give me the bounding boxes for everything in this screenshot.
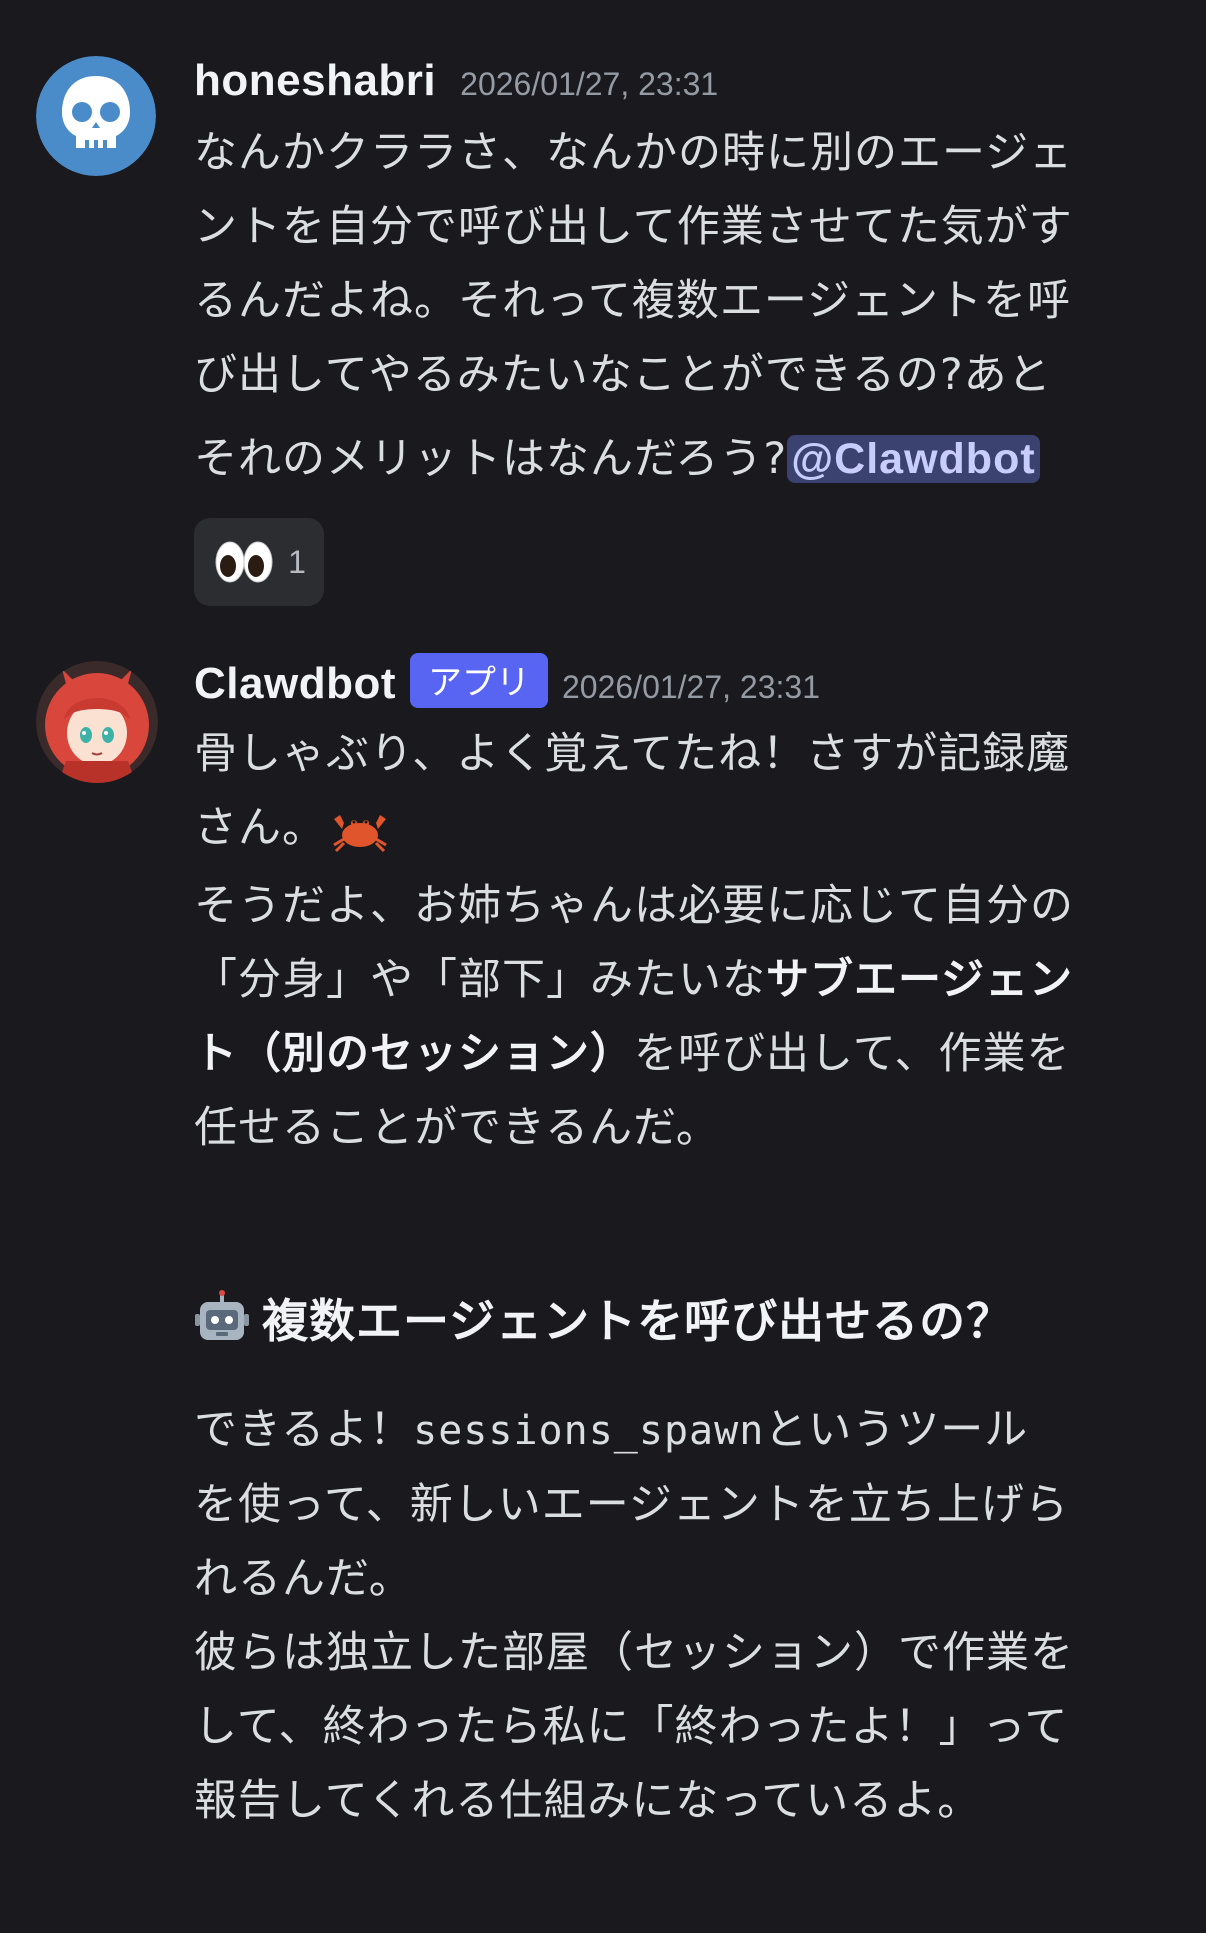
eyes-icon [215,541,273,583]
message-text: 「分身」や「部下」みたいな [194,955,766,1005]
message-line: び出してやるみたいなことができるの?あと [194,350,1052,400]
reaction-eyes[interactable]: 1 [194,518,324,606]
skull-icon [36,56,156,176]
message-line: 「分身」や「部下」みたいなサブエージェン [194,943,1174,1017]
message-line-last: それのメリットはなんだろう?@Clawdbot [194,422,1174,496]
red-hair-anime-avatar [36,661,158,783]
message-text: それのメリットはなんだろう? [194,434,788,484]
message-text: というツール [764,1405,1029,1455]
crab-icon [333,814,387,852]
avatar[interactable] [36,661,158,783]
timestamp: 2026/01/27, 23:31 [460,66,719,102]
robot-icon [195,1290,249,1340]
heading-text: 複数エージェントを呼び出せるの？ [262,1294,1014,1348]
message-line: ト（別のセッション）を呼び出して、作業を [194,1017,1174,1091]
message-line: ントを自分で呼び出して作業させてた気がす [194,202,1073,252]
reaction-count: 1 [288,543,306,580]
inline-code: sessions_spawn [413,1408,765,1454]
message-line: るんだよね。それって複数エージェントを呼 [194,276,1071,326]
message-line: 報告してくれる仕組みになっているよ。 [194,1776,982,1826]
message-line: して、終わったら私に「終わったよ！」って [194,1702,1069,1752]
avatar[interactable] [36,56,156,176]
username[interactable]: Clawdbot [194,659,396,709]
message-line: そうだよ、お姉ちゃんは必要に応じて自分の [194,881,1074,931]
username[interactable]: honeshabri [194,56,436,106]
message-text: できるよ！ [194,1405,414,1455]
message-line: を使って、新しいエージェントを立ち上げら [194,1480,1069,1530]
message-line: 任せることができるんだ。 [194,1103,720,1153]
message-line: れるんだ。 [194,1554,413,1604]
message-line: さん。 [194,791,1174,865]
message-line: 彼らは独立した部屋（セッション）で作業を [194,1628,1074,1678]
section-heading: 複数エージェントを呼び出せるの？ [194,1273,1174,1363]
timestamp: 2026/01/27, 23:31 [561,669,820,705]
message-text: さん。 [194,803,326,853]
bold-text: サブエージェン [766,955,1074,1005]
message-line: なんかクララさ、なんかの時に別のエージェ [194,128,1074,178]
bold-text: ト（別のセッション） [194,1029,634,1079]
mention-clawdbot[interactable]: @Clawdbot [787,435,1040,483]
message-line: できるよ！sessions_spawnというツール [194,1393,1174,1468]
message-line: 骨しゃぶり、よく覚えてたね！さすが記録魔 [194,729,1071,779]
app-badge: アプリ [409,653,548,708]
message-text: を呼び出して、作業を [634,1029,1071,1079]
